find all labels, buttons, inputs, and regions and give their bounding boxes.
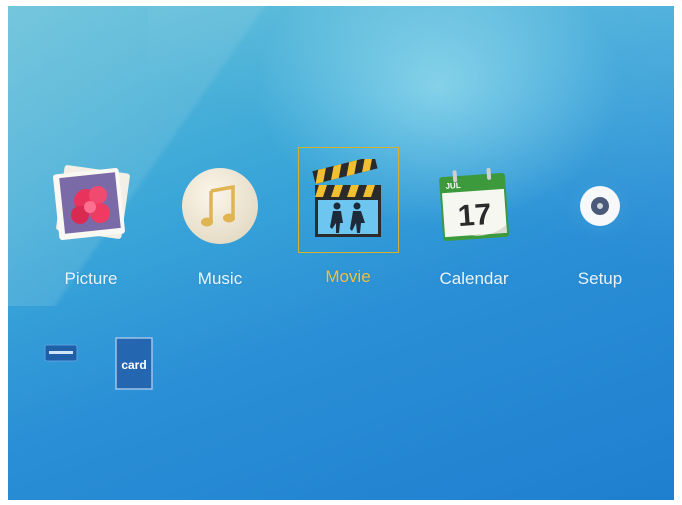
music-note-icon	[175, 161, 265, 251]
calendar-day-text: 17	[457, 198, 493, 233]
settings-disc-icon	[555, 161, 645, 251]
calendar-month-text: JUL	[445, 181, 461, 191]
menu-item-label: Music	[197, 269, 243, 288]
memory-card-label: card	[121, 358, 147, 372]
menu-item-movie[interactable]: Movie	[293, 155, 403, 309]
menu-item-label: Setup	[577, 269, 623, 288]
menu-item-label: Movie	[325, 267, 371, 286]
menu-item-calendar[interactable]: JUL 17 Calendar	[419, 161, 529, 311]
menu-item-music[interactable]: Music	[165, 161, 275, 311]
home-screen: Picture Music Movie JUL 17 Calendar Setu…	[8, 6, 674, 500]
calendar-icon: JUL 17	[429, 161, 519, 251]
menu-item-label: Picture	[64, 269, 118, 288]
menu-item-setup[interactable]: Setup	[545, 161, 655, 311]
menu-item-label: Calendar	[439, 269, 509, 288]
memory-card-icon[interactable]: card	[112, 336, 156, 391]
usb-drive-icon[interactable]	[44, 342, 78, 369]
menu-item-picture[interactable]: Picture	[36, 161, 146, 311]
photo-stack-icon	[46, 161, 136, 251]
clapperboard-icon	[303, 155, 393, 249]
